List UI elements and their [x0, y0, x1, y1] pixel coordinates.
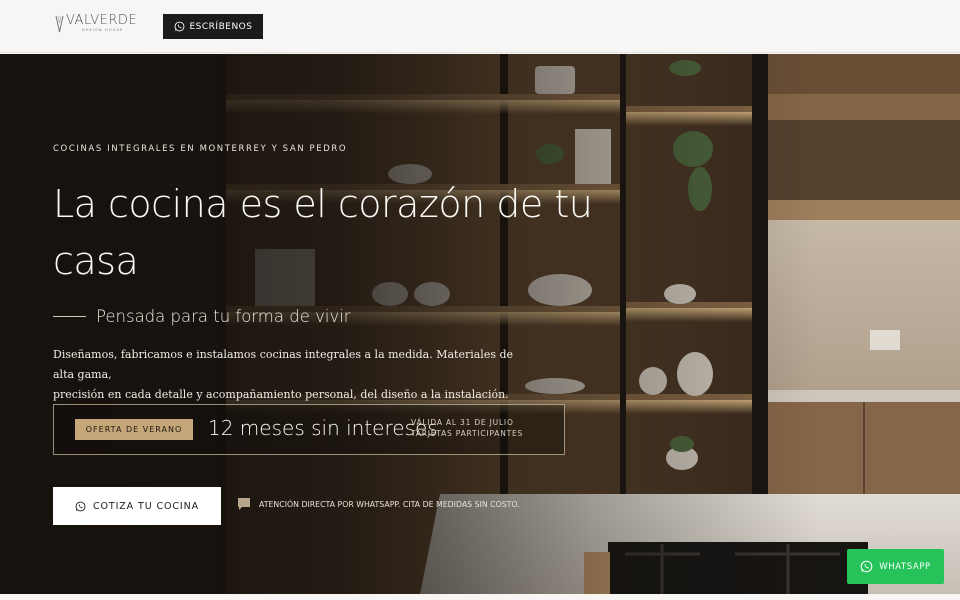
contact-note: ATENCIÓN DIRECTA POR WHATSAPP. CITA DE M… [237, 497, 520, 511]
subtitle-rule-divider [53, 316, 86, 317]
quote-kitchen-button[interactable]: COTIZA TU COCINA [53, 487, 221, 525]
offer-validity-line-2: TARJETAS PARTICIPANTES [411, 429, 524, 438]
offer-tag: OFERTA DE VERANO [75, 419, 193, 440]
hero-title: La cocina es el corazón de tu casa [53, 176, 613, 290]
brand-tagline: DESIGN HOUSE [82, 28, 124, 32]
hero-section: COCINAS INTEGRALES EN MONTERREY Y SAN PE… [0, 54, 960, 594]
hero-title-line-2: casa [53, 239, 139, 283]
page-bottom-strip [0, 594, 960, 600]
contact-note-text: ATENCIÓN DIRECTA POR WHATSAPP. CITA DE M… [259, 499, 520, 509]
whatsapp-icon [174, 21, 184, 32]
hero-eyebrow: COCINAS INTEGRALES EN MONTERREY Y SAN PE… [53, 144, 348, 154]
hero-subtitle-row: Pensada para tu forma de vivir [53, 307, 351, 326]
hero-subtitle: Pensada para tu forma de vivir [96, 307, 351, 326]
header-whatsapp-label: ESCRÍBENOS [189, 21, 253, 32]
offer-validity: VÁLIDA AL 31 DE JULIO TARJETAS PARTICIPA… [411, 417, 523, 439]
floating-whatsapp-button[interactable]: WHATSAPP [847, 549, 944, 584]
offer-headline: 12 meses sin intereses [208, 416, 438, 440]
site-header: VALVERDE DESIGN HOUSE ESCRÍBENOS [0, 0, 960, 53]
whatsapp-icon [860, 560, 873, 573]
offer-banner: OFERTA DE VERANO 12 meses sin intereses … [53, 404, 565, 455]
hero-title-line-1: La cocina es el corazón de tu [53, 182, 593, 226]
chat-bubble-icon [238, 498, 250, 510]
floating-whatsapp-label: WHATSAPP [879, 561, 931, 572]
offer-validity-line-1: VÁLIDA AL 31 DE JULIO [411, 418, 514, 427]
brand-logo[interactable]: VALVERDE DESIGN HOUSE [55, 14, 137, 34]
header-whatsapp-button[interactable]: ESCRÍBENOS [163, 14, 263, 39]
quote-kitchen-label: COTIZA TU COCINA [92, 500, 200, 512]
brand-name: VALVERDE [66, 13, 138, 28]
logo-mark-icon [55, 15, 64, 33]
hero-description: Diseñamos, fabricamos e instalamos cocin… [53, 345, 523, 405]
hero-description-line-2: precisión en cada detalle y acompañamien… [53, 388, 509, 401]
whatsapp-icon [75, 501, 86, 511]
hero-description-line-1: Diseñamos, fabricamos e instalamos cocin… [53, 348, 514, 381]
